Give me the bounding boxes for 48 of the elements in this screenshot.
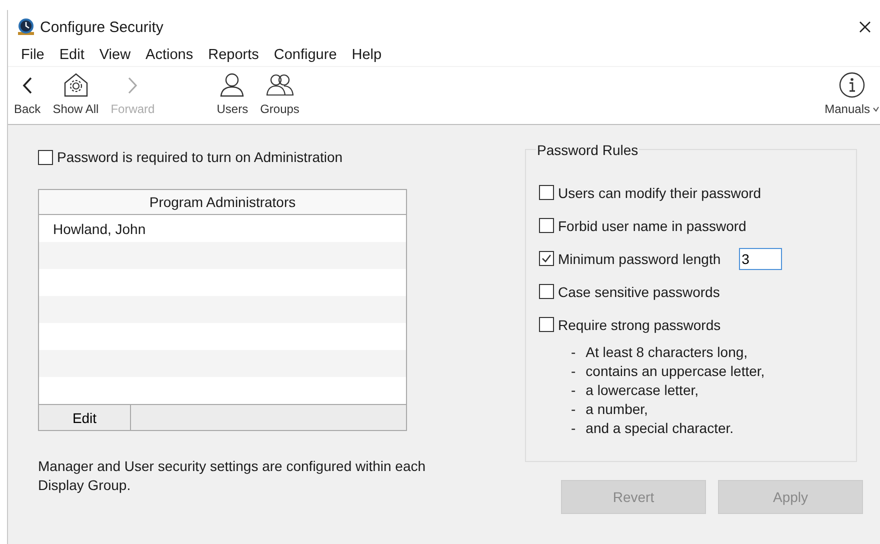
table-cell[interactable]: Howland, John [53, 220, 146, 236]
menu-item[interactable]: Edit [52, 47, 92, 63]
checkbox[interactable] [539, 185, 554, 200]
group-title: Password Rules [536, 142, 640, 158]
check-icon [541, 253, 552, 264]
window-title: Configure Security [40, 18, 164, 36]
requirement-text: a number, [586, 400, 648, 416]
toolbar-button[interactable]: Users [210, 67, 254, 124]
toolbar-button[interactable]: Show All [46, 67, 105, 124]
checkbox-label: Forbid user name in password [558, 218, 746, 234]
requirement-text: contains an uppercase letter, [586, 362, 765, 378]
toolbar-button[interactable]: Back [8, 67, 47, 124]
caret-icon [873, 106, 879, 112]
menu-item[interactable]: Configure [266, 47, 344, 63]
users-icon [266, 72, 294, 98]
checkbox-label: Password is required to turn on Administration [57, 149, 343, 165]
requirement-text: a lowercase letter, [586, 382, 699, 398]
house-gear-icon [62, 72, 89, 98]
checkbox-label: Case sensitive passwords [558, 284, 720, 300]
menu-item[interactable]: Actions [138, 47, 200, 63]
app-clock-icon [17, 18, 35, 36]
checkbox[interactable] [539, 317, 554, 332]
column-header: Program Administrators [39, 190, 406, 215]
list-dash: - [571, 362, 576, 378]
list-dash: - [571, 420, 576, 436]
list-dash: - [571, 344, 576, 360]
list-dash: - [571, 382, 576, 398]
user-icon [219, 72, 246, 98]
checkbox-label: Users can modify their password [558, 184, 762, 200]
menu-item[interactable]: View [92, 47, 138, 63]
menu-item[interactable]: File [14, 47, 52, 63]
requirement-text: At least 8 characters long, [586, 344, 748, 360]
requirement-text: and a special character. [586, 420, 734, 436]
checkbox[interactable] [539, 284, 554, 299]
menu-item[interactable]: Reports [201, 47, 266, 63]
toolbar-button[interactable]: Groups [254, 67, 306, 124]
checkbox[interactable] [38, 150, 53, 164]
list-dash: - [571, 400, 576, 416]
manuals-button[interactable]: Manuals [818, 67, 880, 124]
length-input[interactable]: 3 [738, 248, 782, 270]
checkbox[interactable] [539, 218, 554, 233]
info-icon [838, 72, 865, 98]
menu-item[interactable]: Help [344, 47, 389, 63]
checkbox-label: Minimum password length [558, 250, 721, 266]
checkbox-label: Require strong passwords [558, 316, 721, 332]
close-icon [859, 21, 871, 33]
info-text: Manager and User security settings are configured within each Display Group. [38, 457, 427, 495]
checkbox[interactable] [539, 251, 554, 266]
